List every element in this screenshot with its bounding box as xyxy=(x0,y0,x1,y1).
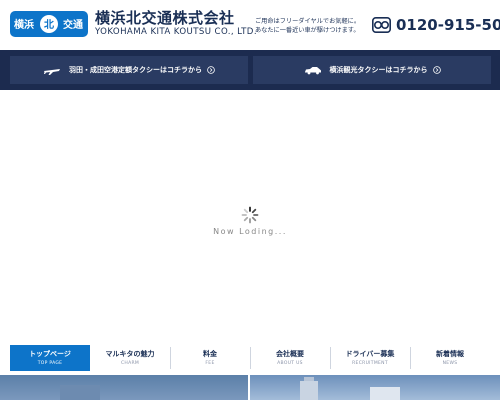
free-dial-icon xyxy=(372,17,391,33)
nav-item-news[interactable]: 新着情報 NEWS xyxy=(410,345,490,371)
nav-label: トップページ xyxy=(29,350,71,358)
phone-contact[interactable]: 0120-915-502 xyxy=(372,16,500,34)
notice-line-1: ご用命はフリーダイヤルでお気軽に。 xyxy=(255,18,361,25)
logo-text-left: 横浜 xyxy=(14,18,34,31)
site-header: 横浜 北 交通 横浜北交通株式会社 YOKOHAMA KITA KOUTSU C… xyxy=(0,0,500,50)
notice-line-2: あなたに一番近い車が駆けつけます。 xyxy=(255,27,360,34)
logo-text-right: 交通 xyxy=(63,18,83,31)
nav-item-fee[interactable]: 料金 FEE xyxy=(170,345,250,371)
nav-sublabel: ABOUT US xyxy=(277,361,303,366)
nav-item-recruitment[interactable]: ドライバー募集 RECRUITMENT xyxy=(330,345,410,371)
airplane-icon xyxy=(44,69,60,75)
nav-item-charm[interactable]: マルキタの魅力 CHARM xyxy=(90,345,170,371)
hero-photo-strip xyxy=(0,375,500,400)
company-logo[interactable]: 横浜 北 交通 xyxy=(10,11,88,37)
loading-text: Now Loding... xyxy=(213,227,287,236)
nav-label: ドライバー募集 xyxy=(345,350,395,358)
nav-item-about[interactable]: 会社概要 ABOUT US xyxy=(250,345,330,371)
logo-text-center: 北 xyxy=(44,18,54,31)
main-content-loading: Now Loding... xyxy=(0,90,500,345)
arrow-right-icon xyxy=(207,66,215,74)
contact-notice: ご用命はフリーダイヤルでお気軽に。 あなたに一番近い車が駆けつけます。 xyxy=(255,17,360,35)
phone-number[interactable]: 0120-915-502 xyxy=(396,16,500,34)
landmark-tower-shape xyxy=(300,381,318,400)
car-icon xyxy=(304,67,321,75)
nav-sublabel: TOP PAGE xyxy=(37,361,63,366)
airport-taxi-label: 羽田・成田空港定額タクシーはコチラから xyxy=(69,66,202,74)
airport-taxi-button[interactable]: 羽田・成田空港定額タクシーはコチラから xyxy=(10,56,248,84)
service-banner: 羽田・成田空港定額タクシーはコチラから 横浜観光タクシーはコチラから xyxy=(0,50,500,90)
city-photo-left xyxy=(0,375,248,400)
sightseeing-taxi-label: 横浜観光タクシーはコチラから xyxy=(329,66,428,74)
nav-item-top[interactable]: トップページ TOP PAGE xyxy=(10,345,90,371)
nav-sublabel: CHARM xyxy=(120,361,140,366)
building-shape xyxy=(60,385,100,400)
company-name-en: YOKOHAMA KITA KOUTSU CO., LTD. xyxy=(95,27,257,37)
building-shape xyxy=(370,387,400,400)
nav-sublabel: NEWS xyxy=(442,361,458,366)
company-name: 横浜北交通株式会社 xyxy=(95,9,235,27)
global-nav: トップページ TOP PAGE マルキタの魅力 CHARM 料金 FEE 会社概… xyxy=(0,345,500,375)
sightseeing-taxi-button[interactable]: 横浜観光タクシーはコチラから xyxy=(253,56,491,84)
arrow-right-icon xyxy=(432,66,441,74)
nav-label: 新着情報 xyxy=(436,350,464,358)
nav-label: 会社概要 xyxy=(276,350,304,358)
company-title: 横浜北交通株式会社 YOKOHAMA KITA KOUTSU CO., LTD. xyxy=(95,9,257,38)
nav-sublabel: RECRUITMENT xyxy=(352,361,388,366)
nav-sublabel: FEE xyxy=(205,361,215,366)
nav-label: マルキタの魅力 xyxy=(105,350,155,358)
loading-spinner-icon xyxy=(241,206,259,224)
nav-label: 料金 xyxy=(203,350,217,358)
